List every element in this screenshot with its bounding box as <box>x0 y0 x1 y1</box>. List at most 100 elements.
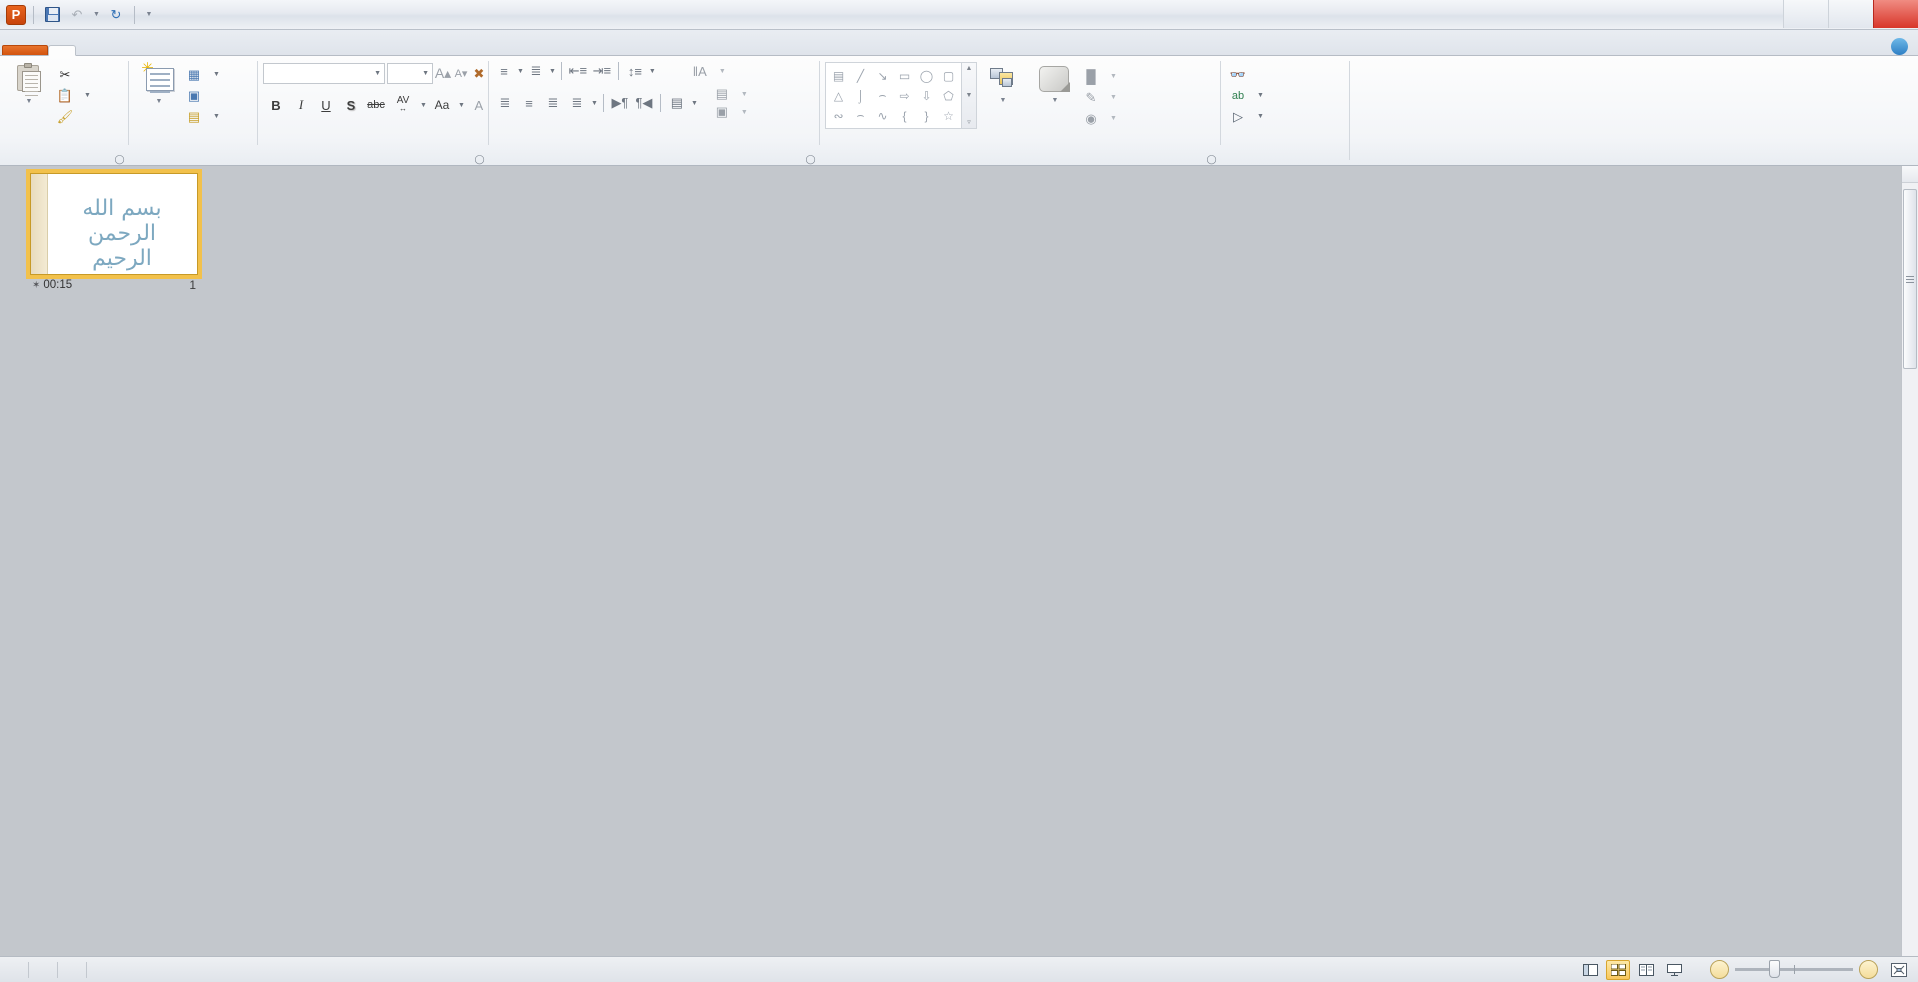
shape-right-arrow-icon[interactable]: ⇨ <box>894 86 915 105</box>
scroll-up-icon[interactable] <box>1902 166 1918 183</box>
shape-effects-caret[interactable]: ▼ <box>1110 115 1117 122</box>
drawing-dialog-launcher[interactable]: ◯ <box>1206 153 1217 164</box>
shapes-scroll-down-icon[interactable]: ▼ <box>966 92 973 99</box>
numbering-caret[interactable]: ▼ <box>549 68 556 75</box>
zoom-in-button[interactable] <box>1859 960 1878 979</box>
shape-line-icon[interactable]: ╱ <box>850 66 871 85</box>
shape-textbox-icon[interactable]: ▤ <box>828 66 849 85</box>
shape-elbow-connector-icon[interactable]: ⌡ <box>850 86 871 105</box>
tab-slide-show[interactable] <box>188 45 216 55</box>
shape-rounded-rect-icon[interactable]: ▢ <box>938 66 959 85</box>
replace-button[interactable]: ab ▼ <box>1226 85 1268 106</box>
align-left-icon[interactable]: ≣ <box>494 95 516 111</box>
shrink-font-icon[interactable]: A▾ <box>453 66 469 82</box>
shape-down-arrow-icon[interactable]: ⇩ <box>916 86 937 105</box>
text-direction-button[interactable]: ‖A ▼ <box>688 62 730 80</box>
tab-insert[interactable] <box>76 45 104 55</box>
zoom-out-button[interactable] <box>1710 960 1729 979</box>
shape-left-brace-icon[interactable]: { <box>894 106 915 125</box>
zoom-slider[interactable] <box>1710 960 1878 979</box>
normal-view-button[interactable] <box>1578 960 1602 980</box>
save-icon[interactable] <box>41 4 63 26</box>
shape-oval-icon[interactable]: ◯ <box>916 66 937 85</box>
powerpoint-icon[interactable]: P <box>6 4 26 25</box>
fit-to-window-icon[interactable] <box>1888 960 1910 980</box>
shapes-more-icon[interactable]: ▿ <box>967 118 971 126</box>
copy-caret[interactable]: ▼ <box>84 92 91 99</box>
shape-curve-icon[interactable]: ∿ <box>872 106 893 125</box>
shape-outline-button[interactable]: ✎ ▼ <box>1079 87 1121 108</box>
close-button[interactable] <box>1873 0 1918 28</box>
grow-font-icon[interactable]: A▴ <box>435 65 451 82</box>
minimize-button[interactable] <box>1783 0 1828 28</box>
justify-icon[interactable]: ≣ <box>566 95 588 111</box>
format-painter-button[interactable]: 🖌 <box>53 106 95 127</box>
align-center-icon[interactable]: ≡ <box>518 95 540 111</box>
paste-button[interactable]: ▼ <box>5 60 53 108</box>
font-color-button[interactable]: A <box>468 94 490 116</box>
slide-sorter-view-button[interactable] <box>1606 959 1630 980</box>
shape-freeform-icon[interactable]: ∾ <box>828 106 849 125</box>
character-spacing-caret[interactable]: ▼ <box>420 102 427 109</box>
text-direction-caret[interactable]: ▼ <box>719 68 726 75</box>
copy-button[interactable]: 📋 ▼ <box>53 85 95 106</box>
select-button[interactable]: ▷ ▼ <box>1226 106 1268 127</box>
shape-outline-caret[interactable]: ▼ <box>1110 94 1117 101</box>
zoom-handle[interactable] <box>1769 960 1780 978</box>
tab-animations[interactable] <box>160 45 188 55</box>
smartart-caret[interactable]: ▼ <box>741 109 748 116</box>
shape-arrow-icon[interactable]: ↘ <box>872 66 893 85</box>
scroll-track[interactable] <box>1902 183 1918 961</box>
change-case-button[interactable]: Aa <box>430 94 454 116</box>
shape-fill-button[interactable]: █ ▼ <box>1079 66 1121 87</box>
character-spacing-button[interactable]: AV ↔ <box>390 94 416 116</box>
slide-indicator[interactable] <box>0 957 28 982</box>
shape-effects-button[interactable]: ◉ ▼ <box>1079 108 1121 129</box>
undo-icon[interactable]: ↶ <box>66 4 88 26</box>
paragraph-dialog-launcher[interactable]: ◯ <box>805 153 816 164</box>
clipboard-dialog-launcher[interactable]: ◯ <box>114 153 125 164</box>
restore-button[interactable] <box>1828 0 1873 28</box>
slide-thumbnail-cell[interactable]: بسم الله الرحمن الرحیم ✶ 00:15 1 <box>18 169 210 304</box>
line-spacing-icon[interactable]: ↕≡ <box>624 63 646 79</box>
left-to-right-icon[interactable]: ▶¶ <box>609 95 631 111</box>
bold-button[interactable]: B <box>265 94 287 116</box>
arrange-button[interactable]: ▼ <box>977 62 1029 107</box>
layout-button[interactable]: ▦ ▼ <box>182 64 224 85</box>
shape-rectangle-icon[interactable]: ▭ <box>894 66 915 85</box>
line-spacing-caret[interactable]: ▼ <box>649 68 656 75</box>
replace-caret[interactable]: ▼ <box>1257 92 1264 99</box>
columns-icon[interactable]: ▤ <box>666 95 688 111</box>
undo-dropdown-caret[interactable]: ▼ <box>91 4 102 26</box>
underline-button[interactable]: U <box>315 94 337 116</box>
tab-review[interactable] <box>216 45 244 55</box>
shape-triangle-icon[interactable]: △ <box>828 86 849 105</box>
shape-pentagon-icon[interactable]: ⬠ <box>938 86 959 105</box>
find-button[interactable]: 👓 <box>1226 64 1268 85</box>
shape-right-brace-icon[interactable]: } <box>916 106 937 125</box>
increase-indent-icon[interactable]: ⇥≡ <box>591 63 613 79</box>
section-button[interactable]: ▤ ▼ <box>182 106 224 127</box>
theme-name[interactable] <box>29 957 57 982</box>
layout-caret[interactable]: ▼ <box>213 71 220 78</box>
columns-caret[interactable]: ▼ <box>691 100 698 107</box>
shape-fill-caret[interactable]: ▼ <box>1110 73 1117 80</box>
change-case-caret[interactable]: ▼ <box>458 102 465 109</box>
bullets-caret[interactable]: ▼ <box>517 68 524 75</box>
font-size-combo[interactable]: ▼ <box>387 63 433 84</box>
select-caret[interactable]: ▼ <box>1257 113 1264 120</box>
clear-formatting-icon[interactable]: ✖ <box>471 66 487 82</box>
help-icon[interactable] <box>1891 38 1908 55</box>
tab-file[interactable] <box>2 45 48 55</box>
reading-view-button[interactable] <box>1634 960 1658 980</box>
shapes-scroll-up-icon[interactable]: ▲ <box>966 65 973 72</box>
decrease-indent-icon[interactable]: ⇤≡ <box>567 63 589 79</box>
align-text-caret[interactable]: ▼ <box>741 91 748 98</box>
section-caret[interactable]: ▼ <box>213 113 220 120</box>
tab-home[interactable] <box>48 45 76 56</box>
shape-arc-icon[interactable]: ⌢ <box>850 106 871 125</box>
tab-transitions[interactable] <box>132 45 160 55</box>
strikethrough-button[interactable]: abc <box>365 94 387 116</box>
convert-to-smartart-button[interactable]: ▣ ▼ <box>710 103 752 121</box>
bullets-icon[interactable]: ≡ <box>494 63 514 79</box>
